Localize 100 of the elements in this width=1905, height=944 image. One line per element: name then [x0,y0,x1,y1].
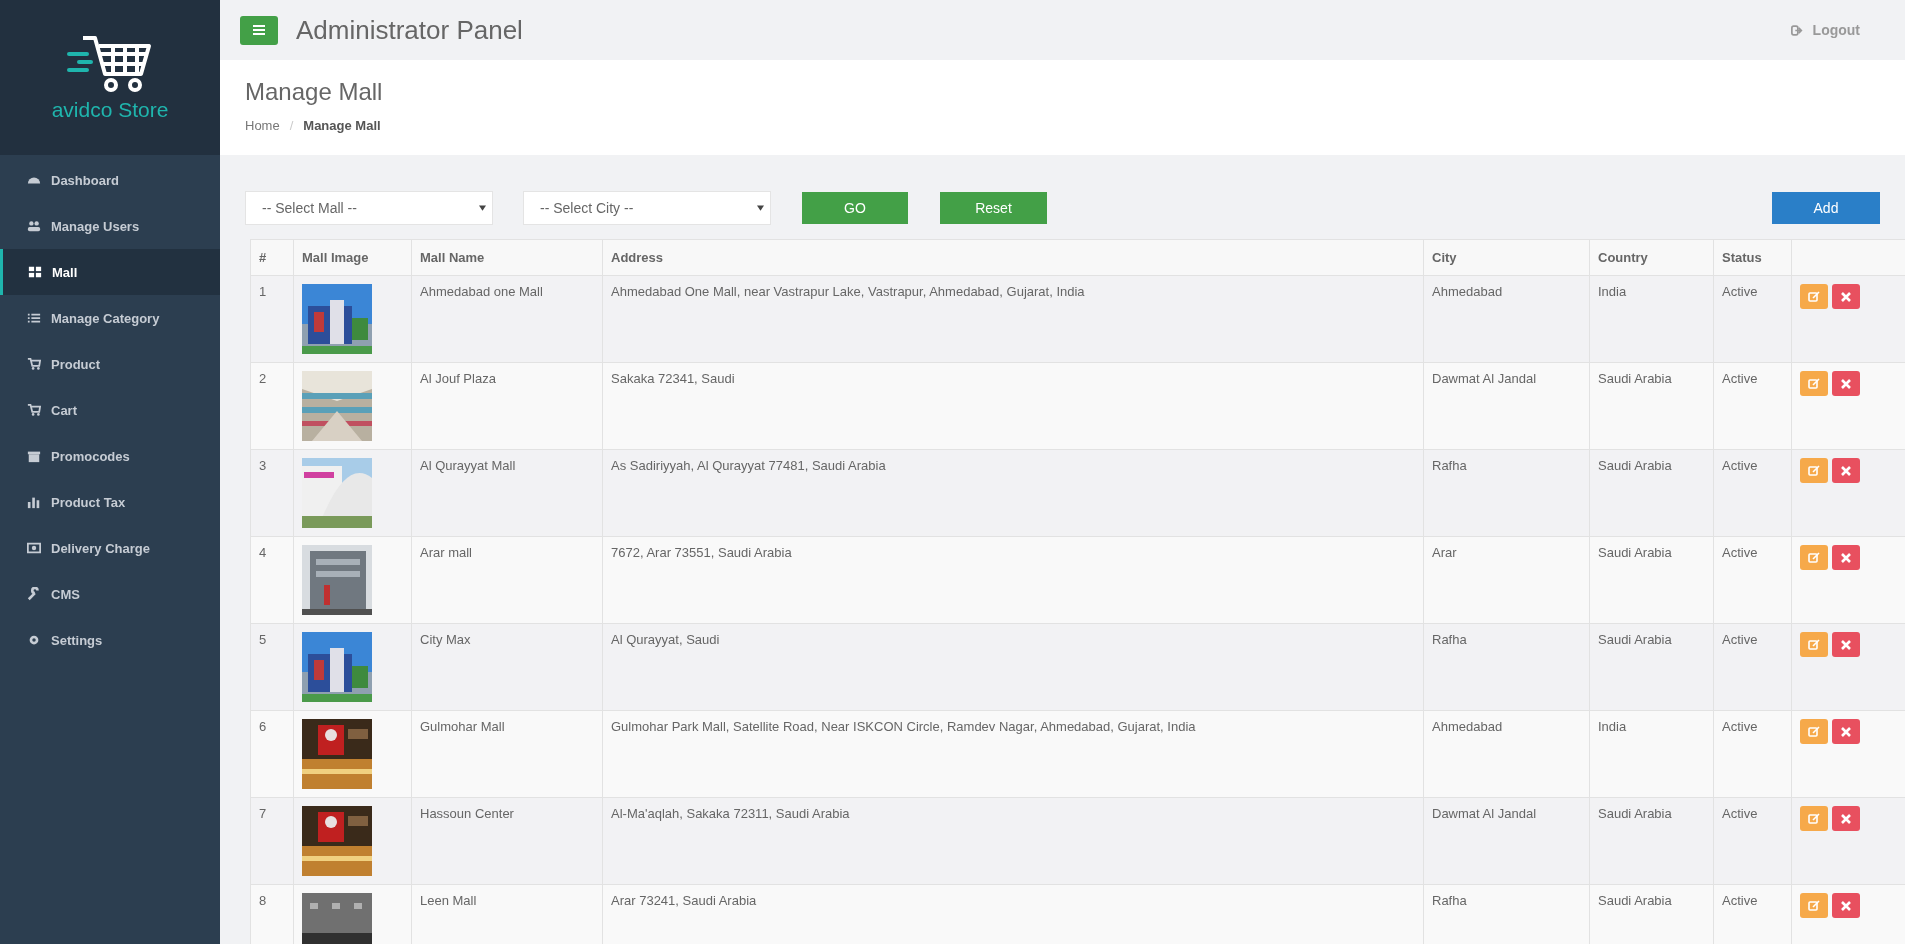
edit-button[interactable] [1800,806,1828,831]
close-icon [1841,378,1851,389]
dropdown-caret-icon [479,205,486,211]
bar-chart-icon [27,495,41,509]
close-icon [1841,813,1851,824]
table-cell: Saudi Arabia [1589,449,1714,537]
table-cell: Gulmohar Mall [411,710,603,798]
table-cell: Active [1713,623,1792,711]
table-cell: Gulmohar Park Mall, Satellite Road, Near ISKCON Circle, Ramdev Nagar, Ahmedabad, Gujarat, India [602,710,1424,798]
table-cell: Saudi Arabia [1589,623,1714,711]
table-cell: 5 [250,623,294,711]
delete-button[interactable] [1832,719,1860,744]
breadcrumb-link[interactable]: Home [245,118,280,133]
delete-button[interactable] [1832,371,1860,396]
table-cell: Arar [1423,536,1590,624]
edit-icon [1808,812,1820,825]
sidebar-item[interactable]: Promocodes [0,433,220,479]
delete-button[interactable] [1832,458,1860,483]
table-cell: 6 [250,710,294,798]
table-cell: India [1589,710,1714,798]
table-cell: Dawmat Al Jandal [1423,797,1590,885]
column-header: # [250,239,294,276]
column-header: Address [602,239,1424,276]
table-cell: 1 [250,275,294,363]
table-cell: 3 [250,449,294,537]
sidebar-item[interactable]: Manage Category [0,295,220,341]
edit-button[interactable] [1800,632,1828,657]
sidebar-item[interactable]: Delivery Charge [0,525,220,571]
table-cell: Active [1713,536,1792,624]
column-header: Country [1589,239,1714,276]
gear-icon [27,633,41,647]
add-button[interactable]: Add [1772,192,1880,224]
table-cell: Active [1713,797,1792,885]
edit-button[interactable] [1800,284,1828,309]
table-cell: Al Qurayyat, Saudi [602,623,1424,711]
table-cell: Active [1713,275,1792,363]
delete-button[interactable] [1832,545,1860,570]
table-cell: Al-Ma'aqlah, Sakaka 72311, Saudi Arabia [602,797,1424,885]
table-cell: Rafha [1423,449,1590,537]
logout-icon [1790,24,1803,36]
menu-button[interactable] [240,15,278,45]
table-cell: Rafha [1423,884,1590,944]
edit-button[interactable] [1800,545,1828,570]
edit-icon [1808,638,1820,651]
sidebar-item[interactable]: Mall [0,249,220,295]
close-icon [1841,552,1851,563]
edit-button[interactable] [1800,719,1828,744]
table-cell: Ahmedabad One Mall, near Vastrapur Lake, Vastrapur, Ahmedabad, Gujarat, India [602,275,1424,363]
sidebar-item[interactable]: Dashboard [0,157,220,203]
brand-name: avidco Store [51,97,169,122]
close-icon [1841,291,1851,302]
table-cell: Arar 73241, Saudi Arabia [602,884,1424,944]
app-title: Administrator Panel [296,14,523,46]
table-cell: As Sadiriyyah, Al Qurayyat 77481, Saudi Arabia [602,449,1424,537]
table-cell: Saudi Arabia [1589,797,1714,885]
column-header: City [1423,239,1590,276]
edit-button[interactable] [1800,458,1828,483]
table-cell: Ahmedabad [1423,275,1590,363]
column-header: Mall Image [293,239,412,276]
table-cell: Saudi Arabia [1589,362,1714,450]
cart-icon [27,403,41,417]
breadcrumb-current: Manage Mall [303,118,381,133]
edit-button[interactable] [1800,371,1828,396]
edit-button[interactable] [1800,893,1828,918]
close-icon [1841,639,1851,650]
mall-select[interactable]: -- Select Mall -- [245,191,493,225]
sidebar-item[interactable]: Cart [0,387,220,433]
table-cell: Active [1713,884,1792,944]
delete-button[interactable] [1832,893,1860,918]
close-icon [1841,726,1851,737]
grid-icon [28,265,42,279]
table-cell: Hassoun Center [411,797,603,885]
edit-icon [1808,551,1820,564]
page-title: Manage Mall [245,78,384,106]
sidebar-item[interactable]: Settings [0,617,220,663]
table-cell: Al Jouf Plaza [411,362,603,450]
money-icon [27,541,41,555]
table-cell: Ahmedabad [1423,710,1590,798]
users-icon [27,219,41,233]
delete-button[interactable] [1832,806,1860,831]
sidebar-item[interactable]: Product Tax [0,479,220,525]
column-header: Mall Name [411,239,603,276]
edit-icon [1808,290,1820,303]
delete-button[interactable] [1832,284,1860,309]
dropdown-caret-icon [757,205,764,211]
close-icon [1841,900,1851,911]
sidebar-item[interactable]: Product [0,341,220,387]
table-cell: Active [1713,449,1792,537]
sidebar-item[interactable]: CMS [0,571,220,617]
wrench-icon [27,587,41,601]
table-cell: Active [1713,362,1792,450]
table-cell: Sakaka 72341, Saudi [602,362,1424,450]
table-cell: Al Qurayyat Mall [411,449,603,537]
table-cell: 2 [250,362,294,450]
table-cell: Arar mall [411,536,603,624]
delete-button[interactable] [1832,632,1860,657]
table-cell: 7672, Arar 73551, Saudi Arabia [602,536,1424,624]
city-select[interactable]: -- Select City -- [523,191,771,225]
list-icon [27,311,41,325]
sidebar-item[interactable]: Manage Users [0,203,220,249]
